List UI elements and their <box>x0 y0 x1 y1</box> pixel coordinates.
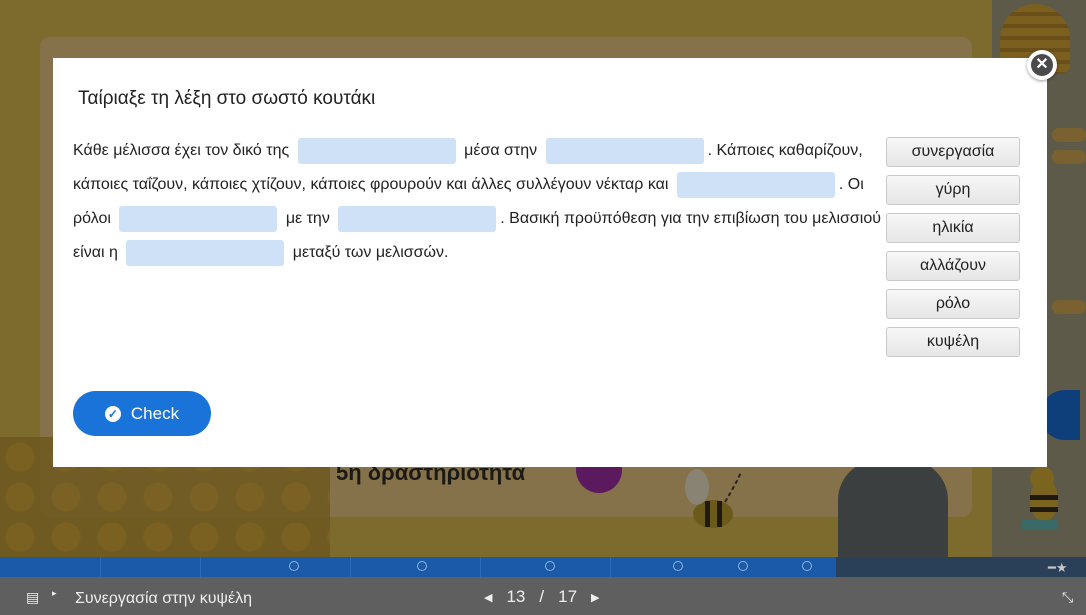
side-decoration <box>1052 150 1086 164</box>
current-page: 13 <box>506 587 526 606</box>
side-decoration <box>1052 300 1086 314</box>
draggable-word[interactable]: ρόλο <box>886 289 1020 319</box>
page-separator: / <box>539 587 545 606</box>
side-decoration <box>1052 128 1086 142</box>
drop-zone-1[interactable] <box>297 137 456 164</box>
progress-milestone[interactable] <box>417 561 427 571</box>
progress-segment <box>350 557 351 577</box>
slides-menu-icon[interactable]: ▤ <box>26 589 39 606</box>
caret-right-icon[interactable]: ▸ <box>52 588 57 599</box>
drop-zone-4[interactable] <box>119 205 278 232</box>
progress-segment <box>200 557 201 577</box>
draggable-word[interactable]: συνεργασία <box>886 137 1020 167</box>
bee-illustration <box>685 469 742 528</box>
text-segment: μεταξύ των μελισσών. <box>292 244 449 261</box>
slide-progress-bar[interactable] <box>0 557 1086 577</box>
close-icon: ✕ <box>1031 54 1053 76</box>
checkmark-icon: ✓ <box>104 405 121 422</box>
progress-milestone[interactable] <box>673 561 683 571</box>
drop-zone-5[interactable] <box>338 205 497 232</box>
text-segment: με την <box>285 210 330 227</box>
drop-zone-2[interactable] <box>545 137 704 164</box>
exit-fullscreen-icon[interactable]: ⤡ <box>1062 589 1073 606</box>
draggable-word[interactable]: ηλικία <box>886 213 1020 243</box>
slide-title: Συνεργασία στην κυψέλη <box>75 590 252 607</box>
footer-bar: ▤ ▸ Συνεργασία στην κυψέλη ◀ 13 / 17 ▶ ⤡ <box>0 577 1086 615</box>
bookmark-star-icon[interactable]: ━★ <box>1048 560 1067 576</box>
progress-milestone[interactable] <box>802 561 812 571</box>
draggable-word[interactable]: αλλάζουν <box>886 251 1020 281</box>
drop-zone-3[interactable] <box>676 171 835 198</box>
check-button[interactable]: ✓ Check <box>73 391 211 436</box>
drag-words-dialog: Ταίριαξε τη λέξη στο σωστό κουτάκι Κάθε … <box>53 58 1047 467</box>
dialog-title: Ταίριαξε τη λέξη στο σωστό κουτάκι <box>78 88 376 109</box>
progress-segment <box>610 557 611 577</box>
check-button-label: Check <box>130 403 180 423</box>
close-button[interactable]: ✕ <box>1027 50 1057 80</box>
bee-reading-illustration <box>1022 466 1058 530</box>
prev-triangle-icon[interactable]: ◀ <box>484 591 492 604</box>
total-pages: 17 <box>558 587 578 606</box>
progress-segment <box>100 557 101 577</box>
progress-milestone[interactable] <box>738 561 748 571</box>
fill-in-text: Κάθε μέλισσα έχει τον δικό της μέσα στην… <box>73 134 883 270</box>
next-triangle-icon[interactable]: ▶ <box>591 591 599 604</box>
word-bank: συνεργασία γύρη ηλικία αλλάζουν ρόλο κυψ… <box>886 137 1020 365</box>
progress-milestone[interactable] <box>289 561 299 571</box>
drop-zone-6[interactable] <box>126 239 285 266</box>
text-segment: μέσα στην <box>464 142 538 159</box>
draggable-word[interactable]: γύρη <box>886 175 1020 205</box>
person-illustration <box>838 460 948 557</box>
progress-segment <box>480 557 481 577</box>
text-segment: Κάθε μέλισσα έχει τον δικό της <box>73 142 290 159</box>
pager: ◀ 13 / 17 ▶ <box>484 587 600 607</box>
progress-milestone[interactable] <box>545 561 555 571</box>
draggable-word[interactable]: κυψέλη <box>886 327 1020 357</box>
